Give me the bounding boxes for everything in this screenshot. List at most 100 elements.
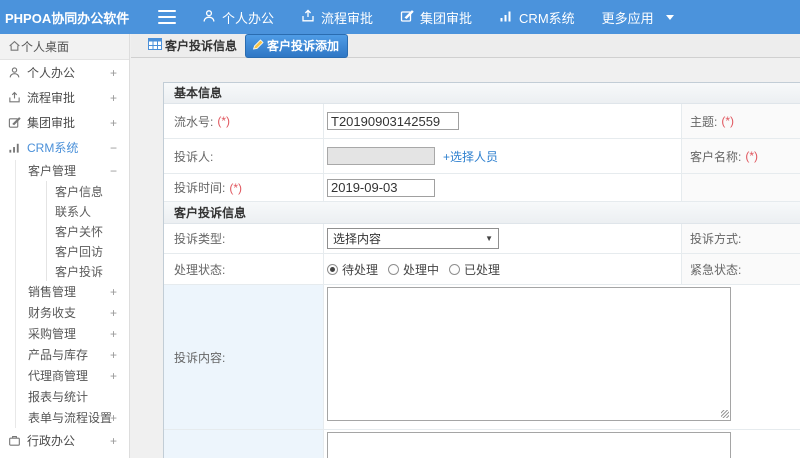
- sidebar-item-reports-statistics[interactable]: 报表与统计: [16, 386, 129, 407]
- sidebar-item-label: 客户回访: [55, 244, 104, 259]
- sidebar-item-desktop[interactable]: 个人桌面: [0, 34, 129, 60]
- collapse-sign: −: [109, 163, 117, 178]
- nav-crm-system[interactable]: CRM系统: [499, 8, 575, 27]
- choose-person-link[interactable]: +选择人员: [443, 148, 498, 165]
- sidebar-item-label: 个人桌面: [21, 40, 70, 54]
- sidebar-item-customer-management[interactable]: 客户管理 −: [16, 160, 129, 181]
- sidebar-item-label: 表单与流程设置: [28, 411, 113, 425]
- required-mark: (*): [217, 114, 231, 128]
- serial-label-cell: 流水号: (*): [164, 104, 324, 138]
- nav-more-apps[interactable]: 更多应用: [602, 8, 674, 27]
- user-icon: [202, 9, 222, 26]
- sidebar-item-crm-system[interactable]: CRM系统 −: [0, 135, 129, 160]
- flow-icon: [8, 91, 24, 104]
- top-header: PHPOA协同办公软件 个人办公 流程审批 集团审批 CRM系统 更多应用: [0, 0, 800, 34]
- sidebar-item-label: 产品与库存: [28, 348, 89, 362]
- sidebar-item-products-inventory[interactable]: 产品与库存 +: [16, 344, 129, 365]
- field-label: 投诉内容:: [174, 350, 226, 365]
- sidebar-item-admin-office[interactable]: 行政办公 +: [0, 428, 129, 453]
- sidebar-item-customer-callback[interactable]: 客户回访: [47, 241, 129, 261]
- sidebar-item-label: 采购管理: [28, 327, 77, 341]
- serial-input-cell: [324, 104, 682, 138]
- briefcase-icon: [8, 434, 24, 447]
- radio-label: 处理中: [403, 262, 440, 277]
- complaint-content-textarea[interactable]: [327, 287, 731, 421]
- sidebar-item-contacts[interactable]: 联系人: [47, 201, 129, 221]
- table-icon: [148, 38, 165, 53]
- sidebar-item-finance[interactable]: 财务收支 +: [16, 302, 129, 323]
- complaint-type-select[interactable]: 选择内容 ▼: [327, 228, 499, 249]
- crm-submenu: 客户管理 − 客户信息 联系人 客户关怀 客户回访 客户投诉 销售管理 + 财务…: [15, 160, 129, 428]
- nav-group-approval[interactable]: 集团审批: [400, 8, 472, 27]
- tab-complaint-list[interactable]: 客户投诉信息: [148, 37, 237, 54]
- content-textarea-cell: [324, 285, 800, 429]
- serial-number-input[interactable]: [327, 112, 459, 130]
- form-row-status: 处理状态: 待处理 处理中 已处理 紧急状态:: [164, 254, 800, 285]
- extra-textarea[interactable]: [327, 432, 731, 458]
- radio-label: 待处理: [342, 262, 379, 277]
- expand-sign: +: [109, 115, 117, 130]
- sidebar-item-label: 客户管理: [28, 164, 77, 178]
- sidebar-item-workflow-approval[interactable]: 流程审批 +: [0, 85, 129, 110]
- expand-sign: +: [109, 305, 117, 320]
- radio-processing[interactable]: [388, 263, 400, 275]
- tab-label: 客户投诉信息: [165, 39, 238, 53]
- form-row-serial: 流水号: (*) 主题: (*): [164, 104, 800, 139]
- field-label: 投诉类型:: [174, 232, 226, 246]
- nav-personal-office[interactable]: 个人办公: [202, 8, 274, 27]
- complainant-label-cell: 投诉人:: [164, 139, 324, 173]
- hamburger-menu-icon[interactable]: [158, 10, 176, 24]
- sidebar-item-agent-management[interactable]: 代理商管理 +: [16, 365, 129, 386]
- field-label: 投诉方式:: [690, 232, 742, 246]
- sidebar-item-label: 销售管理: [28, 285, 77, 299]
- expand-sign: +: [109, 90, 117, 105]
- nav-workflow-approval[interactable]: 流程审批: [301, 8, 373, 27]
- sidebar-item-customer-complaint[interactable]: 客户投诉: [47, 261, 129, 281]
- method-label-cell: 投诉方式:: [682, 224, 800, 253]
- nav-label: CRM系统: [519, 10, 575, 26]
- radio-pending[interactable]: [327, 263, 338, 275]
- pencil-icon: [252, 38, 267, 53]
- user-icon: [8, 66, 24, 79]
- select-value: 选择内容: [333, 232, 382, 246]
- type-label-cell: 投诉类型:: [164, 224, 324, 253]
- sidebar-item-group-approval[interactable]: 集团审批 +: [0, 110, 129, 135]
- sidebar-item-label: 客户关怀: [55, 224, 104, 239]
- chart-icon: [8, 141, 24, 154]
- content-label-cell: 投诉内容:: [164, 285, 324, 429]
- app-window: PHPOA协同办公软件 个人办公 流程审批 集团审批 CRM系统 更多应用 个人…: [0, 0, 800, 458]
- section-header-basic: 基本信息: [164, 83, 800, 104]
- form-row-type: 投诉类型: 选择内容 ▼ 投诉方式:: [164, 224, 800, 254]
- sidebar-item-personal-office[interactable]: 个人办公 +: [0, 60, 129, 85]
- radio-processed[interactable]: [449, 263, 461, 275]
- customer-name-label-cell: 客户名称: (*): [682, 139, 800, 173]
- sidebar-item-customer-info[interactable]: 客户信息: [47, 181, 129, 201]
- sidebar-item-purchasing[interactable]: 采购管理 +: [16, 323, 129, 344]
- field-label: 投诉时间:: [174, 181, 226, 195]
- field-label: 主题:: [690, 114, 718, 129]
- complainant-input-cell: +选择人员: [324, 139, 682, 173]
- section-header-complaint: 客户投诉信息: [164, 202, 800, 224]
- expand-sign: +: [109, 410, 117, 425]
- chart-icon: [499, 9, 519, 26]
- complaint-date-input[interactable]: [327, 178, 435, 197]
- nav-label: 流程审批: [321, 10, 374, 26]
- nav-label: 个人办公: [222, 10, 275, 26]
- sidebar-item-label: 客户信息: [55, 184, 104, 199]
- sidebar-item-label: 行政办公: [27, 434, 76, 448]
- expand-sign: +: [109, 284, 117, 299]
- edit-icon: [400, 9, 420, 26]
- sidebar-item-customer-care[interactable]: 客户关怀: [47, 221, 129, 241]
- sidebar-item-label: 代理商管理: [28, 369, 89, 383]
- sidebar-item-label: 财务收支: [28, 306, 77, 320]
- form-row-content: 投诉内容:: [164, 285, 800, 430]
- tab-complaint-add[interactable]: 客户投诉添加: [245, 33, 349, 58]
- complainant-input[interactable]: [327, 147, 435, 165]
- required-mark: (*): [721, 114, 735, 128]
- field-label: 处理状态:: [174, 262, 226, 277]
- extra-textarea-cell: [324, 430, 800, 458]
- sidebar-item-sales-management[interactable]: 销售管理 +: [16, 281, 129, 302]
- form-row-complainant: 投诉人: +选择人员 客户名称: (*): [164, 139, 800, 174]
- sidebar-item-form-flow-settings[interactable]: 表单与流程设置 +: [16, 407, 129, 428]
- expand-sign: +: [109, 326, 117, 341]
